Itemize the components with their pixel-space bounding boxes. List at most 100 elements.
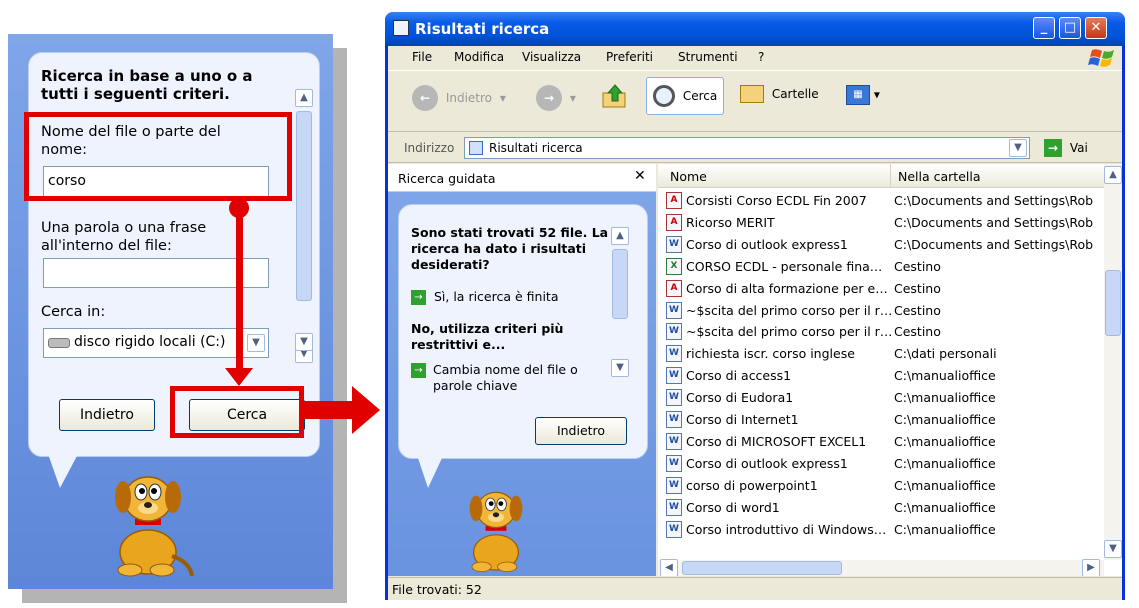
menu-strumenti[interactable]: Strumenti <box>678 50 738 64</box>
file-name: Corso di word1 <box>686 499 780 515</box>
back-toolbar-button[interactable]: ← Indietro ▾ <box>412 85 506 111</box>
window-title: Risultati ricerca <box>415 20 550 38</box>
scroll-thumb[interactable] <box>682 561 842 575</box>
menu-visualizza[interactable]: Visualizza <box>522 50 581 64</box>
column-folder[interactable]: Nella cartella <box>898 169 981 184</box>
table-row[interactable]: Wcorso di powerpoint1 C:\manualioffice <box>658 475 1104 497</box>
xls-file-icon: X <box>666 257 682 275</box>
doc-file-icon: W <box>666 454 682 472</box>
doc-file-icon: W <box>666 323 682 341</box>
search-dog-icon <box>115 476 194 577</box>
title-bar[interactable]: Risultati ricerca _ □ ✕ <box>385 12 1125 46</box>
menu-modifica[interactable]: Modifica <box>454 50 504 64</box>
table-row[interactable]: X CORSO ECDL - personale fina… Cestino <box>658 256 1104 278</box>
scroll-right-icon[interactable]: ▶ <box>1082 559 1100 576</box>
doc-file-icon: W <box>666 498 682 516</box>
pane-scrollbar[interactable]: ▲ ▼ <box>611 227 629 377</box>
back-arrow-icon: ← <box>412 85 438 111</box>
arrow-shaft-right <box>304 401 354 419</box>
back-button[interactable]: Indietro <box>59 399 155 431</box>
table-row[interactable]: W Corso di access1 C:\manualioffice <box>658 365 1104 387</box>
search-companion-pane: Ricerca guidata ✕ Sono stati trovati 52 … <box>388 164 656 576</box>
scroll-up-icon[interactable]: ▲ <box>611 227 629 245</box>
chevron-down-icon[interactable]: ▼ <box>247 334 265 352</box>
menu-bar: File Modifica Visualizza Preferiti Strum… <box>388 46 1122 68</box>
scroll-thumb[interactable] <box>1105 270 1121 336</box>
window-icon <box>393 20 409 36</box>
menu-preferiti[interactable]: Preferiti <box>606 50 653 64</box>
views-toolbar-button[interactable]: ▦ ▾ <box>846 85 880 105</box>
scroll-up-icon[interactable]: ▲ <box>1104 166 1122 184</box>
address-input[interactable]: Risultati ricerca ▼ <box>464 137 1030 159</box>
file-folder: C:\manualioffice <box>894 390 996 406</box>
doc-file-icon: W <box>666 367 682 385</box>
scroll-down-icon[interactable]: ▼ <box>1104 540 1122 558</box>
pdf-file-icon: A <box>666 279 682 297</box>
column-divider[interactable] <box>890 164 891 188</box>
file-folder: Cestino <box>894 302 941 318</box>
table-row[interactable]: W Corso introduttivo di Windows… C:\manual… <box>658 519 1104 541</box>
table-row[interactable]: W Corso di Internet1 C:\manualioffice <box>658 409 1104 431</box>
table-row[interactable]: A Ricorso MERIT C:\Documents and Settings\… <box>658 212 1104 234</box>
doc-file-icon: W <box>666 432 682 450</box>
table-row[interactable]: W Corso di MICROSOFT EXCEL1 C:\manualioffi… <box>658 431 1104 453</box>
close-button[interactable]: ✕ <box>1085 17 1107 39</box>
minimize-button[interactable]: _ <box>1033 17 1055 39</box>
doc-file-icon: W <box>666 411 682 428</box>
file-name: Corso di outlook express1 <box>686 455 848 471</box>
horizontal-scrollbar[interactable]: ◀ ▶ <box>658 559 1104 576</box>
chevron-down-icon[interactable]: ▾ <box>874 88 880 102</box>
option-finished[interactable]: → Sì, la ricerca è finita <box>411 289 558 305</box>
table-row[interactable]: A Corso di alta formazione per e… Cestino <box>658 278 1104 300</box>
scroll-up-icon[interactable]: ▲ <box>295 89 313 107</box>
file-folder: C:\Documents and Settings\Rob <box>894 214 1094 230</box>
table-row[interactable]: Wrichiesta iscr. corso inglese C:\dati pe… <box>658 343 1104 365</box>
scroll-thumb[interactable] <box>612 249 628 319</box>
close-icon[interactable]: ✕ <box>634 168 646 184</box>
up-folder-button[interactable] <box>600 81 630 114</box>
chevron-down-icon[interactable]: ▾ <box>570 91 576 105</box>
go-button[interactable]: → Vai <box>1044 139 1088 157</box>
bubble-tail <box>48 454 78 488</box>
option-rename[interactable]: → Cambia nome del file o parole chiave <box>411 362 601 394</box>
pane-title: Ricerca guidata <box>398 171 496 186</box>
file-name: Corso di Internet1 <box>686 412 799 427</box>
scroll-thumb[interactable] <box>296 111 312 301</box>
folders-toolbar-button[interactable]: Cartelle <box>740 85 819 103</box>
arrow-head-down <box>225 368 253 386</box>
scroll-left-icon[interactable]: ◀ <box>660 559 678 576</box>
pane-back-button[interactable]: Indietro <box>535 417 627 445</box>
green-arrow-icon: → <box>411 290 426 305</box>
doc-file-icon: W <box>666 389 682 407</box>
menu-file[interactable]: File <box>412 50 432 64</box>
maximize-button[interactable]: □ <box>1059 17 1081 39</box>
chevron-down-icon[interactable]: ▼ <box>295 333 313 351</box>
criteria-heading: Ricerca in base a uno o a tutti i seguen… <box>41 67 253 103</box>
search-toolbar-button[interactable]: Cerca <box>646 77 725 115</box>
file-name: ~$scita del primo corso per il r… <box>686 324 891 340</box>
table-row[interactable]: W Corso di Eudora1 C:\manualioffice <box>658 387 1104 409</box>
table-row[interactable]: W Corso di outlook express1 C:\manualioffi… <box>658 453 1104 475</box>
scroll-down-icon[interactable]: ▼ <box>611 359 629 377</box>
windows-logo-icon <box>1088 49 1114 67</box>
chevron-down-icon[interactable]: ▼ <box>1009 139 1027 157</box>
table-row[interactable]: W Corso di word1 C:\manualioffice <box>658 497 1104 519</box>
table-row[interactable]: A Corsisti Corso ECDL Fin 2007 C:\Document… <box>658 190 1104 212</box>
criteria-scrollbar[interactable]: ▲ ▼ <box>294 85 314 365</box>
list-header: Nome Nella cartella <box>658 164 1104 188</box>
chevron-down-icon[interactable]: ▾ <box>500 91 506 105</box>
menu-help[interactable]: ? <box>758 50 764 64</box>
refine-heading: No, utilizza criteri più restrittivi e..… <box>411 321 564 352</box>
table-row[interactable]: W Corso di outlook express1 C:\Documents a… <box>658 234 1104 256</box>
file-folder: C:\manualioffice <box>894 433 996 449</box>
toolbar: ← Indietro ▾ → ▾ Cerca Cartelle ▦ ▾ <box>388 70 1122 132</box>
column-nome[interactable]: Nome <box>670 169 707 184</box>
folder-up-icon <box>602 84 626 108</box>
search-results-icon <box>469 141 483 155</box>
file-folder: C:\manualioffice <box>894 477 996 493</box>
table-row[interactable]: W ~$scita del primo corso per il r… Cestin… <box>658 321 1104 343</box>
vertical-scrollbar[interactable]: ▲ ▼ <box>1104 164 1122 560</box>
file-name: ~$scita del primo corso per il r… <box>686 302 891 318</box>
forward-toolbar-button[interactable]: → ▾ <box>536 85 576 111</box>
table-row[interactable]: W ~$scita del primo corso per il r… Cestin… <box>658 300 1104 322</box>
